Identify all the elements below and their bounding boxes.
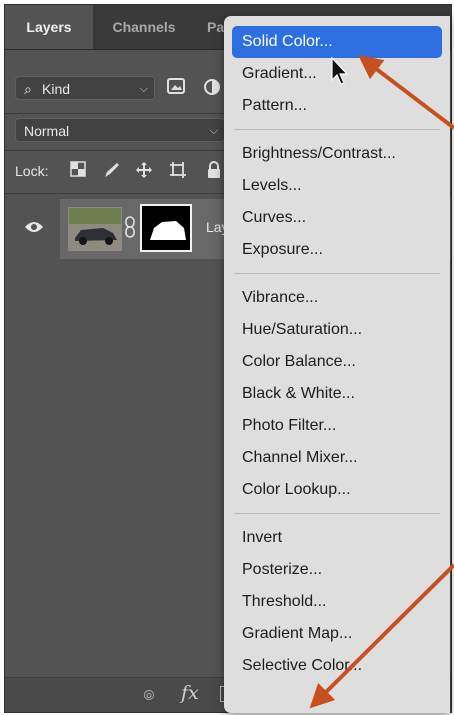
lock-all-icon[interactable] [203, 161, 225, 184]
lock-artboard-icon[interactable] [167, 161, 189, 184]
lock-transparent-pixels-icon[interactable] [67, 161, 89, 182]
menu-item-invert[interactable]: Invert [232, 522, 442, 554]
menu-item-hue-saturation[interactable]: Hue/Saturation... [232, 314, 442, 346]
tab-channels[interactable]: Channels [93, 5, 195, 49]
link-chain-icon[interactable] [123, 216, 137, 238]
menu-item-gradient-map[interactable]: Gradient Map... [232, 618, 442, 650]
menu-item-posterize[interactable]: Posterize... [232, 554, 442, 586]
search-icon: ⌕ [24, 81, 32, 97]
lock-position-icon[interactable] [133, 161, 155, 184]
menu-separator [234, 513, 440, 514]
menu-item-photo-filter[interactable]: Photo Filter... [232, 410, 442, 442]
menu-item-curves[interactable]: Curves... [232, 202, 442, 234]
filter-kind-dropdown[interactable]: ⌕ Kind ⌵ [15, 76, 155, 100]
chevron-down-icon: ⌵ [139, 83, 148, 95]
blend-mode-value: Normal [24, 123, 70, 139]
filter-pixel-layers-icon[interactable] [165, 78, 187, 99]
menu-item-selective-color[interactable]: Selective Color... [232, 650, 442, 682]
tab-layers[interactable]: Layers [5, 5, 93, 49]
filter-kind-label: Kind [42, 81, 71, 97]
menu-separator [234, 129, 440, 130]
lock-image-pixels-icon[interactable] [101, 161, 123, 184]
menu-item-solid-color[interactable]: Solid Color... [232, 26, 442, 58]
new-fill-adjustment-layer-menu: Solid Color... Gradient... Pattern... Brigh… [224, 16, 450, 713]
menu-separator [234, 273, 440, 274]
menu-item-exposure[interactable]: Exposure... [232, 234, 442, 266]
link-layers-icon[interactable]: ⦾ [137, 685, 161, 705]
filter-adjustment-layers-icon[interactable] [201, 78, 223, 101]
chevron-down-icon: ⌵ [209, 125, 218, 137]
menu-item-vibrance[interactable]: Vibrance... [232, 282, 442, 314]
layer-thumbnail [68, 207, 122, 251]
eye-visibility-icon[interactable] [21, 219, 47, 239]
menu-item-channel-mixer[interactable]: Channel Mixer... [232, 442, 442, 474]
menu-item-brightness-contrast[interactable]: Brightness/Contrast... [232, 138, 442, 170]
blend-mode-dropdown[interactable]: Normal ⌵ [15, 118, 225, 142]
menu-item-threshold[interactable]: Threshold... [232, 586, 442, 618]
fx-button[interactable]: fx [181, 682, 199, 704]
lock-label: Lock: [15, 163, 49, 179]
menu-item-color-balance[interactable]: Color Balance... [232, 346, 442, 378]
menu-item-levels[interactable]: Levels... [232, 170, 442, 202]
menu-item-pattern[interactable]: Pattern... [232, 90, 442, 122]
menu-item-gradient[interactable]: Gradient... [232, 58, 442, 90]
menu-item-black-white[interactable]: Black & White... [232, 378, 442, 410]
menu-item-color-lookup[interactable]: Color Lookup... [232, 474, 442, 506]
layer-mask-thumbnail[interactable] [140, 204, 192, 252]
